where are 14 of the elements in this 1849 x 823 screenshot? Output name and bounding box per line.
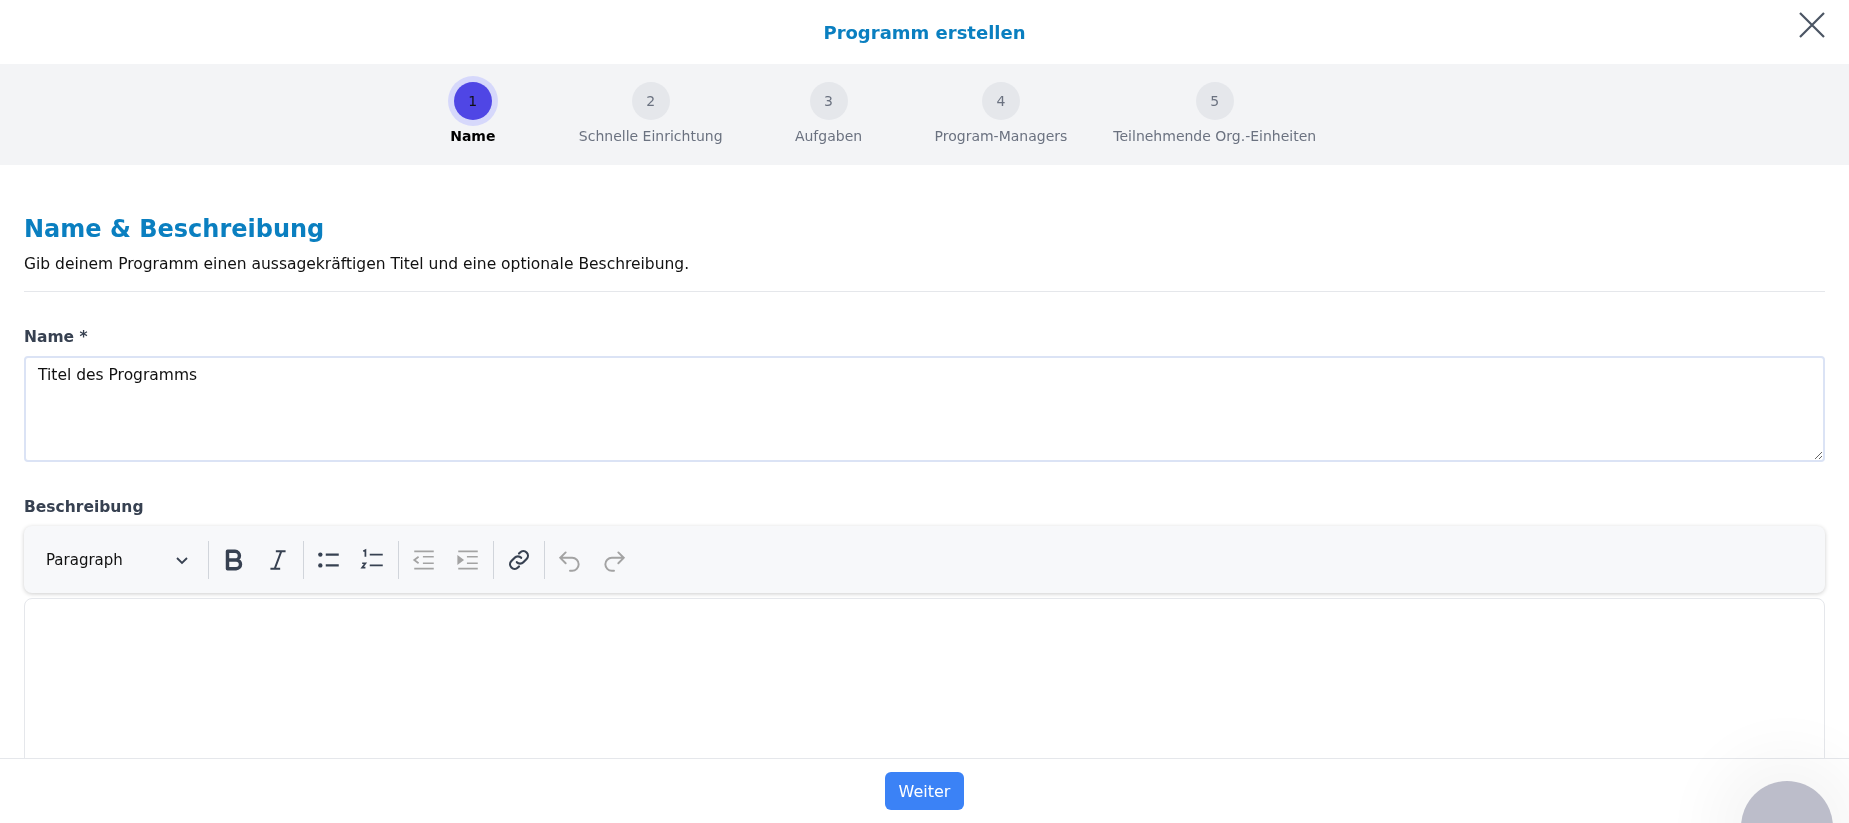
next-button[interactable]: Weiter xyxy=(884,772,965,810)
section-heading: Name & Beschreibung xyxy=(24,215,326,243)
step-tab[interactable]: 1 Name xyxy=(412,82,533,144)
name-field[interactable]: Titel des Programms xyxy=(24,356,1825,462)
format-dropdown[interactable]: Paragraph xyxy=(34,540,202,579)
step-tab[interactable]: 4 Program-Managers xyxy=(934,82,1068,144)
step-tab[interactable]: 5 Teilnehmende Org.-Einheiten xyxy=(1113,82,1317,144)
field-label: Beschreibung xyxy=(24,498,144,516)
close-icon[interactable] xyxy=(1797,10,1827,40)
section-description: Gib deinem Programm einen aussagekräftigen Titel und eine optionale Beschreibung. xyxy=(24,255,691,273)
step-tab[interactable]: 2 Schnelle Einrichtung xyxy=(578,82,723,144)
dialog-title: Programm erstellen xyxy=(823,21,1026,43)
field-label: Name * xyxy=(24,328,88,346)
step-tab[interactable]: 3 Aufgaben xyxy=(768,82,889,144)
